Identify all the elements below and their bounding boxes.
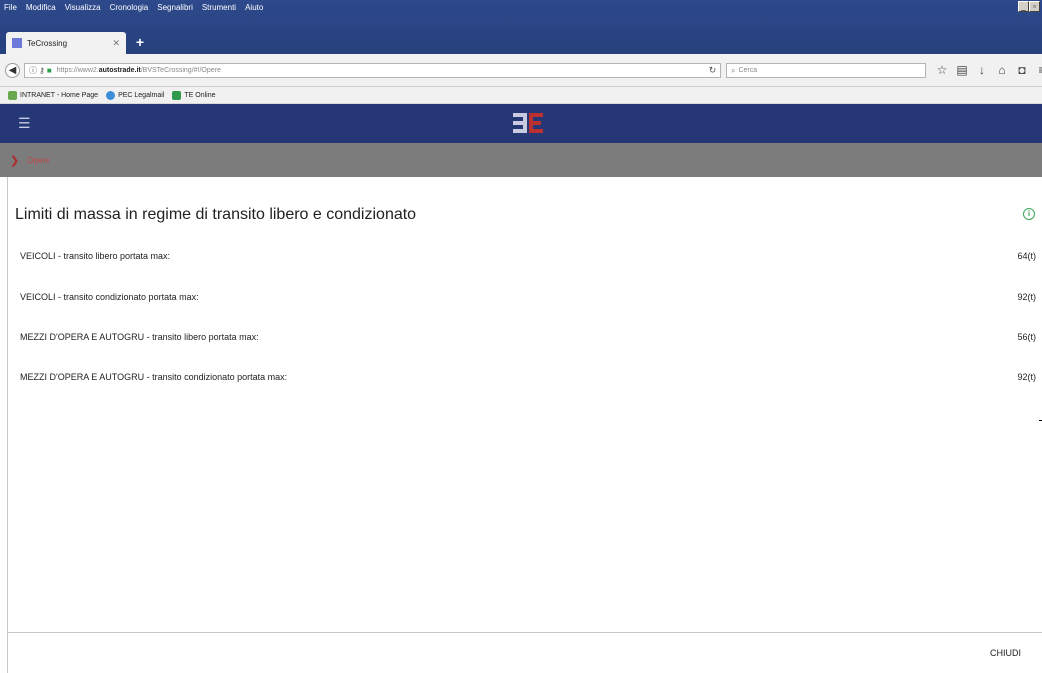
menu-icon[interactable]: ≡ — [1032, 63, 1042, 77]
new-tab-icon[interactable]: + — [132, 34, 148, 50]
menu-segnalibri[interactable]: Segnalibri — [157, 3, 193, 12]
search-icon: ⌕ — [731, 65, 736, 75]
limit-label: MEZZI D'OPERA E AUTOGRU - transito liber… — [20, 332, 259, 342]
menu-modifica[interactable]: Modifica — [26, 3, 56, 12]
search-input[interactable]: ⌕ Cerca — [726, 63, 926, 78]
toolbar-icons: ☆ ▤ ↓ ⌂ ◘ ≡ — [932, 63, 1042, 77]
menu-file[interactable]: File — [4, 3, 17, 12]
address-bar[interactable]: ⓘ ⚷ ■ https://www2.autostrade.it/BVSTeCr… — [24, 63, 721, 78]
restore-icon[interactable]: ▫ — [1029, 1, 1040, 12]
menu-cronologia[interactable]: Cronologia — [110, 3, 149, 12]
download-icon[interactable]: ↓ — [972, 63, 992, 77]
navigation-bar: ◀ ⓘ ⚷ ■ https://www2.autostrade.it/BVSTe… — [0, 54, 1042, 87]
menu-visualizza[interactable]: Visualizza — [65, 3, 101, 12]
footer-divider — [7, 632, 1042, 633]
breadcrumb: ❯ Opere — [0, 143, 1042, 177]
limit-value: 92(t) — [1017, 292, 1036, 302]
info-circle-icon[interactable]: ⓘ — [29, 65, 37, 76]
url-text: https://www2.autostrade.it/BVSTeCrossing… — [56, 67, 221, 74]
limit-value: 64(t) — [1017, 251, 1036, 261]
bookmark-star-icon[interactable]: ☆ — [932, 63, 952, 77]
limit-row: MEZZI D'OPERA E AUTOGRU - transito liber… — [20, 330, 1036, 344]
menu-strumenti[interactable]: Strumenti — [202, 3, 236, 12]
limit-label: VEICOLI - transito condizionato portata … — [20, 292, 199, 302]
limit-label: MEZZI D'OPERA E AUTOGRU - transito condi… — [20, 372, 288, 382]
close-tab-icon[interactable]: ✕ — [112, 38, 120, 49]
limit-label: VEICOLI - transito libero portata max: — [20, 251, 171, 261]
key-icon: ⚷ — [39, 66, 45, 75]
info-icon[interactable]: i — [1023, 208, 1035, 220]
bookmark-intranet[interactable]: INTRANET - Home Page — [8, 90, 99, 100]
hamburger-menu-icon[interactable]: ☰ — [18, 115, 31, 132]
tab-tecrossing[interactable]: TeCrossing ✕ — [6, 32, 126, 54]
intranet-icon — [8, 90, 17, 100]
limit-row: MEZZI D'OPERA E AUTOGRU - transito condi… — [20, 370, 1036, 384]
bookmark-label: INTRANET - Home Page — [20, 91, 99, 99]
reading-list-icon[interactable]: ▤ — [952, 63, 972, 77]
breadcrumb-opere[interactable]: Opere — [27, 156, 49, 165]
bookmark-pec-legalmail[interactable]: PEC Legalmail — [106, 90, 165, 100]
panel-border — [7, 177, 8, 673]
bookmark-te-online[interactable]: TE Online — [172, 90, 216, 100]
back-arrow-icon[interactable]: ◀ — [5, 63, 20, 78]
close-button[interactable]: CHIUDI — [990, 648, 1021, 658]
menu-aiuto[interactable]: Aiuto — [245, 3, 263, 12]
tab-title: TeCrossing — [27, 38, 68, 48]
tecrossing-favicon-icon — [12, 38, 22, 48]
tab-strip: TeCrossing ✕ + — [0, 28, 1042, 54]
menu-bar: File Modifica Visualizza Cronologia Segn… — [0, 0, 272, 14]
search-placeholder: Cerca — [738, 67, 758, 74]
pec-icon — [106, 90, 116, 100]
limit-row: VEICOLI - transito condizionato portata … — [20, 290, 1036, 304]
app-header: ☰ — [0, 104, 1042, 143]
limit-value: 92(t) — [1017, 372, 1036, 382]
limit-row: VEICOLI - transito libero portata max: 6… — [20, 249, 1036, 263]
te-online-icon — [172, 90, 182, 100]
tecrossing-logo-icon — [513, 113, 543, 133]
chevron-right-icon: ❯ — [10, 154, 20, 167]
bookmark-label: PEC Legalmail — [118, 91, 165, 99]
window-controls: _ ▫ — [1018, 1, 1040, 12]
lock-icon: ■ — [46, 66, 52, 75]
bookmark-label: TE Online — [184, 91, 216, 99]
reload-icon[interactable]: ↻ — [705, 63, 720, 78]
bookmarks-bar: INTRANET - Home Page PEC Legalmail TE On… — [0, 87, 1042, 104]
limit-value: 56(t) — [1017, 332, 1036, 342]
page-title: Limiti di massa in regime di transito li… — [15, 206, 417, 223]
pocket-icon[interactable]: ◘ — [1012, 63, 1032, 77]
home-icon[interactable]: ⌂ — [992, 63, 1012, 77]
minimize-icon[interactable]: _ — [1018, 1, 1029, 12]
browser-titlebar: File Modifica Visualizza Cronologia Segn… — [0, 0, 1042, 54]
